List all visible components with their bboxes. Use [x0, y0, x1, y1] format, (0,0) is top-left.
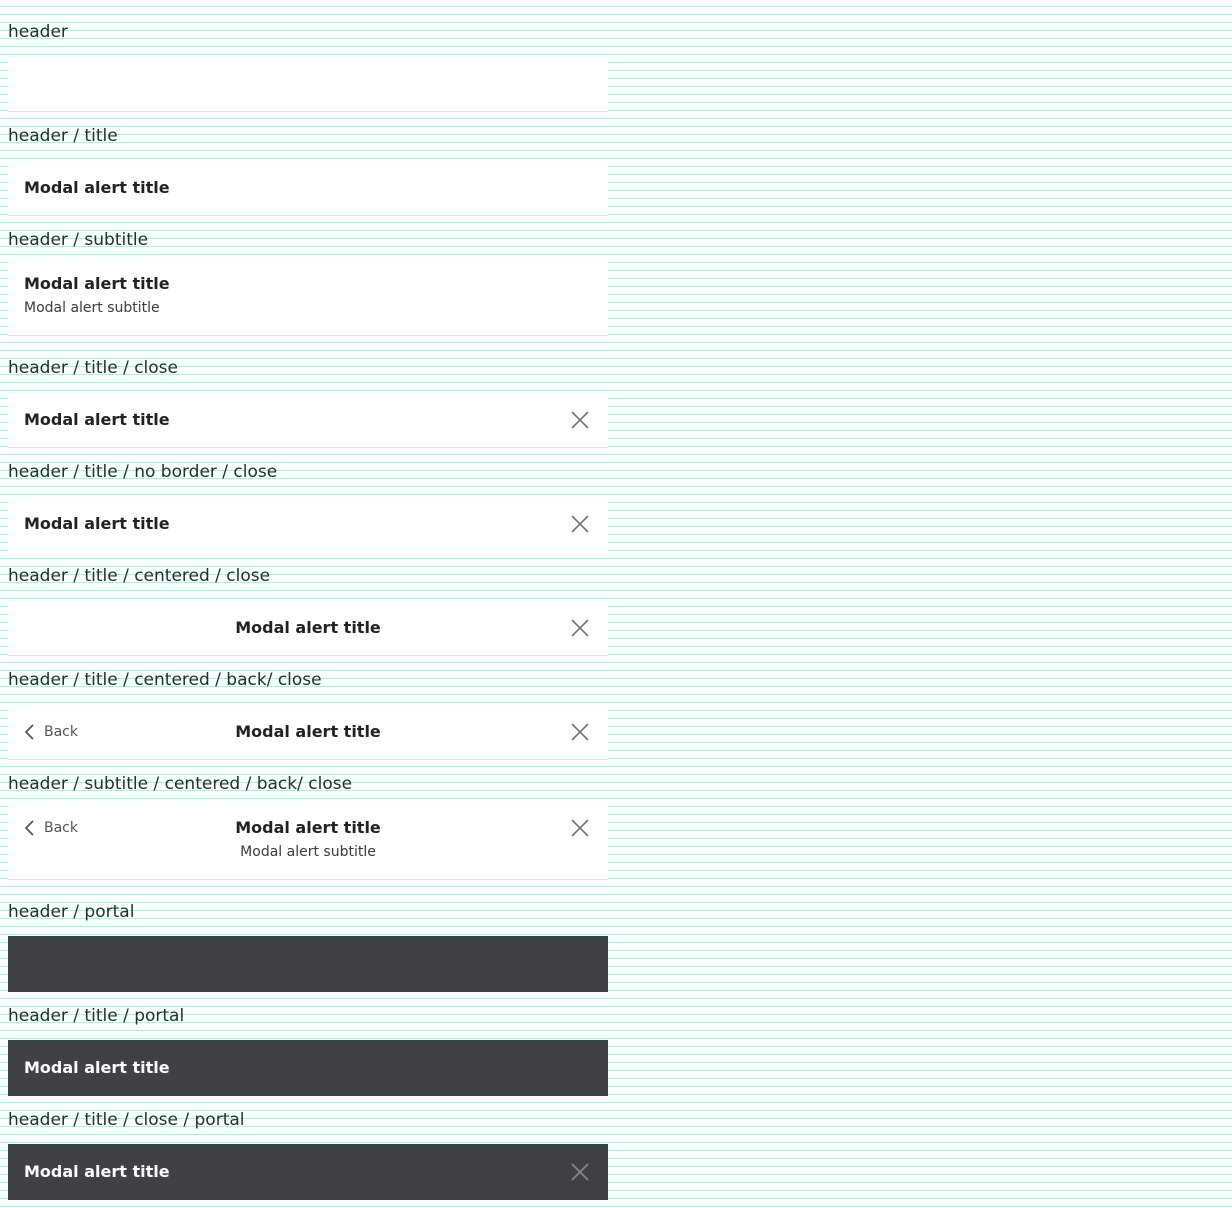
modal-header: Back Modal alert title [8, 704, 608, 760]
close-icon [571, 515, 589, 533]
close-button[interactable] [568, 512, 592, 536]
modal-header: Back Modal alert title Modal alert subti… [8, 800, 608, 880]
modal-title: Modal alert title [235, 618, 381, 637]
modal-header [8, 56, 608, 112]
close-icon [571, 819, 589, 837]
modal-title: Modal alert title [24, 1058, 170, 1077]
modal-header: Modal alert title [8, 392, 608, 448]
modal-title: Modal alert title [235, 818, 381, 837]
section-label: header / title / no border / close [8, 462, 278, 482]
modal-title: Modal alert title [24, 1162, 170, 1181]
modal-subtitle: Modal alert subtitle [24, 300, 160, 316]
modal-title: Modal alert title [24, 410, 170, 429]
section-label: header / subtitle [8, 230, 149, 250]
close-button[interactable] [568, 816, 592, 840]
modal-header-portal: Modal alert title [8, 1040, 608, 1096]
modal-subtitle: Modal alert subtitle [240, 844, 376, 860]
close-icon [571, 1163, 589, 1181]
close-button[interactable] [568, 616, 592, 640]
modal-header: Modal alert title [8, 496, 608, 552]
section-label: header [8, 22, 68, 42]
modal-header-portal [8, 936, 608, 992]
modal-header: Modal alert title [8, 600, 608, 656]
section-label: header / title / close / portal [8, 1110, 245, 1130]
modal-header: Modal alert title [8, 160, 608, 216]
modal-title: Modal alert title [235, 722, 381, 741]
close-icon [571, 619, 589, 637]
close-button[interactable] [568, 1160, 592, 1184]
section-label: header / subtitle / centered / back/ clo… [8, 774, 353, 794]
close-icon [571, 411, 589, 429]
modal-title: Modal alert title [24, 274, 170, 293]
close-button[interactable] [568, 408, 592, 432]
section-label: header / title / centered / close [8, 566, 271, 586]
close-icon [571, 723, 589, 741]
modal-title: Modal alert title [24, 178, 170, 197]
modal-title: Modal alert title [24, 514, 170, 533]
section-label: header / title / centered / back/ close [8, 670, 322, 690]
modal-header-portal: Modal alert title [8, 1144, 608, 1200]
section-label: header / title / portal [8, 1006, 185, 1026]
section-label: header / portal [8, 902, 135, 922]
section-label: header / title / close [8, 358, 178, 378]
modal-header: Modal alert title Modal alert subtitle [8, 256, 608, 336]
close-button[interactable] [568, 720, 592, 744]
section-label: header / title [8, 126, 118, 146]
